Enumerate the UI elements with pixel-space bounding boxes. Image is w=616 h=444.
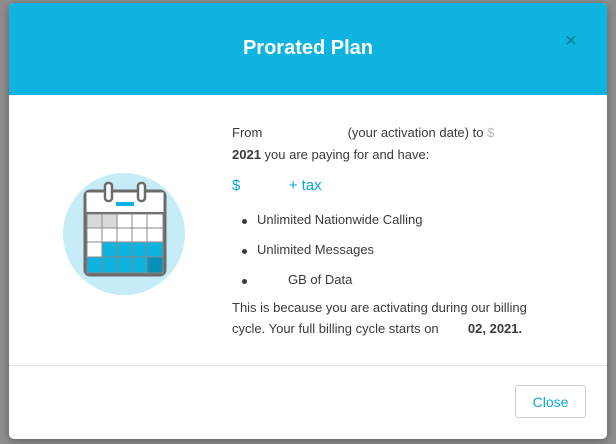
explain-prefix: cycle. Your full billing cycle starts on <box>232 321 439 336</box>
close-icon[interactable]: ✕ <box>562 33 580 51</box>
redacted-price <box>244 179 285 194</box>
redacted-month <box>442 322 465 337</box>
footer-divider <box>9 365 607 366</box>
calendar-icon <box>63 173 185 295</box>
intro-year: 2021 <box>232 147 261 162</box>
close-button[interactable]: Close <box>515 385 586 418</box>
price-suffix: + tax <box>288 177 322 194</box>
prorated-plan-dialog: Prorated Plan ✕ From (your activation da… <box>9 3 607 439</box>
redacted-start-date <box>265 126 344 141</box>
intro-rest: you are paying for and have: <box>264 147 430 162</box>
price-currency: $ <box>232 177 241 194</box>
price-line: $ + tax <box>232 177 322 194</box>
explain-line-1: This is because you are activating durin… <box>232 300 527 315</box>
bullet-dot <box>242 219 247 224</box>
explain-date: 02, 2021. <box>467 321 523 336</box>
dialog-header: Prorated Plan ✕ <box>9 3 607 95</box>
explain-line-2: cycle. Your full billing cycle starts on… <box>232 321 522 337</box>
intro-cut: $ <box>487 125 495 140</box>
dialog-title: Prorated Plan <box>242 37 374 59</box>
feature-item: Unlimited Messages <box>257 242 375 257</box>
feature-item: Unlimited Nationwide Calling <box>257 212 423 227</box>
intro-line-2: 2021 you are paying for and have: <box>232 147 429 162</box>
intro-line-1: From (your activation date) to $ <box>232 125 494 141</box>
intro-activation: (your activation date) to <box>347 125 484 140</box>
feature-item: GB of Data <box>288 272 353 287</box>
intro-from: From <box>232 125 263 140</box>
bullet-dot <box>242 279 247 284</box>
bullet-dot <box>242 249 247 254</box>
